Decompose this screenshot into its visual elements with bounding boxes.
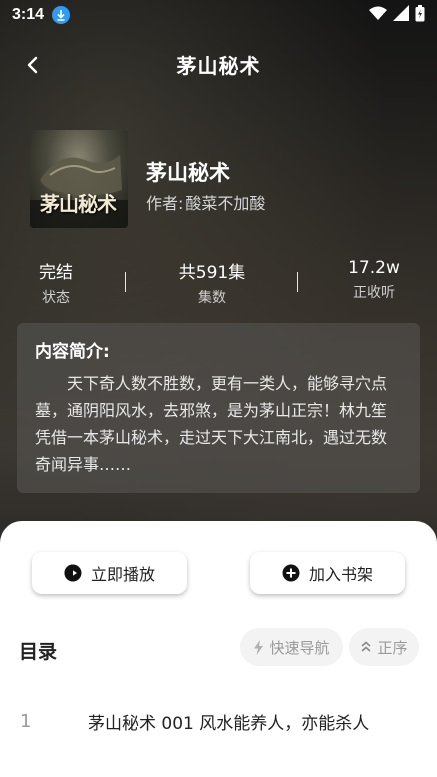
plus-circle-icon: [282, 564, 300, 582]
play-now-button[interactable]: 立即播放: [32, 552, 187, 594]
play-now-label: 立即播放: [90, 565, 155, 584]
stat-label: 正收听: [353, 285, 395, 301]
sort-order-label: 正序: [377, 638, 408, 657]
chapter-row[interactable]: 1 茅山秘术 001 风水能养人，亦能杀人: [0, 699, 437, 743]
stat-value: 完结: [39, 263, 73, 283]
download-icon: [52, 6, 71, 24]
add-to-shelf-label: 加入书架: [308, 565, 373, 584]
chevron-left-icon: [27, 56, 38, 74]
back-button[interactable]: [18, 50, 48, 80]
stat-value: 17.2w: [348, 258, 400, 278]
chevron-up-icon: [360, 641, 372, 653]
play-icon: [64, 564, 82, 582]
stat-label: 集数: [198, 290, 226, 306]
synopsis-card: 内容简介: 天下奇人数不胜数，更有一类人，能够寻穴点墓，通阴阳风水，去邪煞，是为…: [17, 323, 420, 493]
cover-title: 茅山秘术: [40, 192, 117, 216]
add-to-shelf-button[interactable]: 加入书架: [250, 552, 405, 594]
sort-order-button[interactable]: 正序: [349, 628, 419, 666]
stat-listeners: 17.2w 正收听: [340, 258, 408, 302]
book-title: 茅山秘术: [146, 161, 230, 185]
navigation-bar: 茅山秘术: [0, 40, 437, 88]
stat-divider: [297, 272, 298, 292]
book-cover[interactable]: 茅山秘术: [30, 130, 128, 228]
battery-icon: [415, 4, 425, 26]
signal-icon: [393, 5, 409, 25]
status-bar: 3:14: [0, 0, 437, 30]
synopsis-text: 天下奇人数不胜数，更有一类人，能够寻穴点墓，通阴阳风水，去邪煞，是为茅山正宗！林…: [35, 374, 388, 474]
stat-episodes: 共591集 集数: [168, 258, 256, 307]
page-title: 茅山秘术: [176, 53, 261, 78]
stat-status: 完结 状态: [26, 258, 86, 307]
chapter-title: 茅山秘术 001 风水能养人，亦能杀人: [88, 713, 370, 734]
book-author: 作者: 酸菜不加酸: [146, 190, 265, 214]
lightning-icon: [253, 639, 264, 655]
wifi-icon: [369, 6, 387, 24]
quick-nav-button[interactable]: 快速导航: [240, 628, 343, 666]
stat-value: 共591集: [178, 263, 246, 283]
author-label: 作者:: [146, 194, 184, 213]
stat-label: 状态: [42, 290, 70, 306]
bottom-sheet: 立即播放 加入书架 目录 快速导航 正序 1 茅山秘术 001 风水能养人，亦能…: [0, 521, 437, 777]
author-name: 酸菜不加酸: [185, 194, 266, 213]
stats-row: 完结 状态 共591集 集数 17.2w 正收听: [0, 258, 437, 310]
synopsis-title: 内容简介:: [35, 342, 110, 362]
chapter-number: 1: [20, 710, 32, 732]
toc-title: 目录: [19, 641, 58, 663]
stat-divider: [125, 272, 126, 292]
status-time: 3:14: [12, 6, 45, 23]
quick-nav-label: 快速导航: [269, 638, 330, 657]
